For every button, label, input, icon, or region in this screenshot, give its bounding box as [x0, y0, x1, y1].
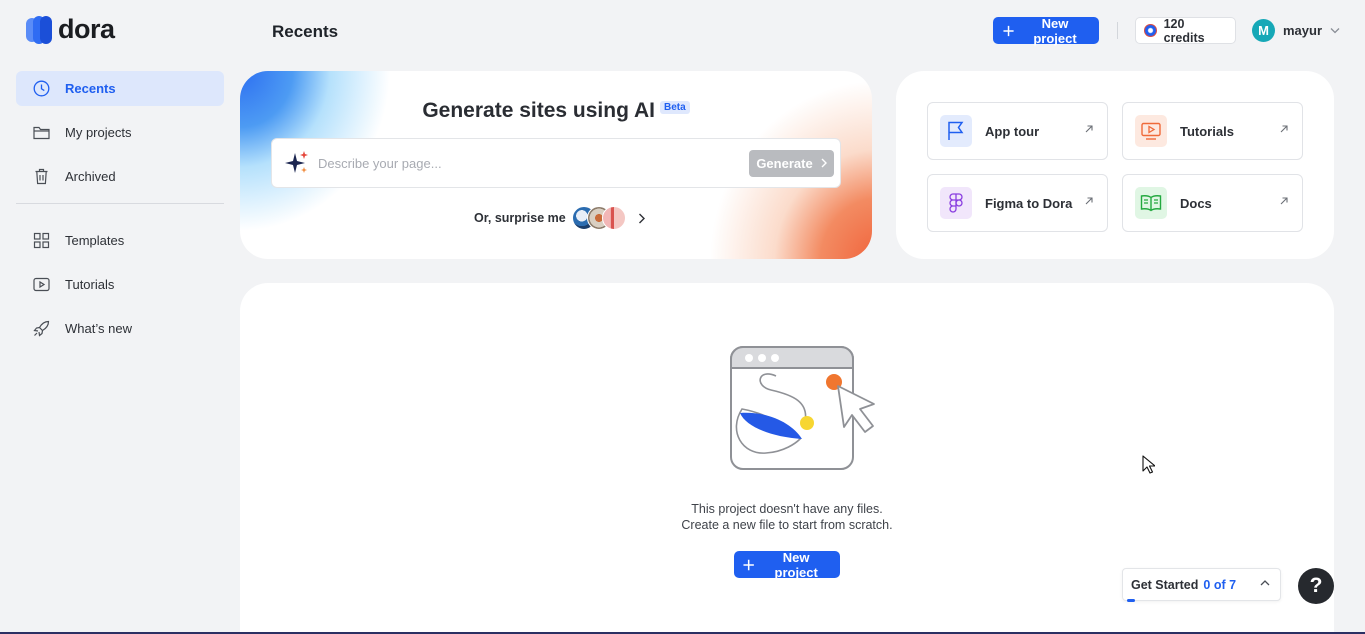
- template-thumbnail: [601, 206, 626, 230]
- sidebar: Recents My projects Archived Templates T…: [16, 71, 224, 355]
- quick-links-card: App tour Tutorials Figma to Dora Docs: [896, 71, 1334, 259]
- hero-title: Generate sites using AI Beta: [240, 99, 872, 123]
- empty-state-line-2: Create a new file to start from scratch.: [681, 518, 893, 532]
- get-started-count: 0 of 7: [1203, 577, 1237, 592]
- video-icon: [1135, 115, 1167, 147]
- sidebar-item-label: Tutorials: [65, 277, 115, 292]
- prompt-input[interactable]: [318, 155, 749, 171]
- app-logo[interactable]: dora: [25, 14, 115, 45]
- dora-logo-icon: [26, 15, 52, 44]
- external-arrow-icon: [1280, 197, 1288, 205]
- header-divider: [1117, 22, 1118, 39]
- credits-label: 120 credits: [1163, 16, 1205, 45]
- sparkle-icon: [285, 151, 308, 173]
- help-button[interactable]: ?: [1298, 568, 1334, 604]
- chevron-down-icon: [1330, 28, 1340, 34]
- plus-icon: [743, 559, 754, 570]
- prompt-box: Generate: [271, 138, 841, 188]
- logo-text: dora: [58, 14, 115, 44]
- sidebar-item-whats-new[interactable]: What’s new: [16, 311, 224, 346]
- external-arrow-icon: [1085, 197, 1093, 205]
- figma-icon: [940, 187, 972, 219]
- user-name: mayur: [1283, 23, 1323, 38]
- quick-link-app-tour[interactable]: App tour: [927, 102, 1108, 160]
- template-thumbnails: [571, 206, 626, 230]
- play-icon: [33, 277, 50, 292]
- quick-link-label: Docs: [1180, 195, 1212, 211]
- chevron-right-icon: [821, 158, 827, 168]
- ai-generate-card: Generate sites using AI Beta Generate Or,…: [240, 71, 872, 259]
- sidebar-item-tutorials[interactable]: Tutorials: [16, 267, 224, 302]
- sidebar-item-label: Templates: [65, 233, 125, 248]
- hero-title-text: Generate sites using AI: [422, 99, 655, 122]
- new-project-button[interactable]: New project: [993, 15, 1099, 46]
- avatar: M: [1252, 19, 1275, 42]
- new-project-label: New project: [1033, 15, 1077, 46]
- quick-link-docs[interactable]: Docs: [1122, 174, 1303, 232]
- sidebar-item-templates[interactable]: Templates: [16, 223, 224, 258]
- generate-label: Generate: [756, 155, 813, 171]
- surprise-label: Or, surprise me: [474, 211, 566, 225]
- book-icon: [1135, 187, 1167, 219]
- get-started-widget[interactable]: Get Started 0 of 7: [1122, 568, 1281, 602]
- credits-badge[interactable]: 120 credits: [1135, 16, 1236, 45]
- mouse-cursor-icon: [1142, 455, 1155, 474]
- trash-icon: [35, 168, 48, 185]
- rocket-icon: [33, 320, 50, 337]
- empty-state-illustration: [730, 346, 875, 470]
- quick-link-tutorials[interactable]: Tutorials: [1122, 102, 1303, 160]
- clock-icon: [33, 80, 50, 97]
- flag-icon: [940, 115, 972, 147]
- chevron-up-icon: [1260, 580, 1270, 586]
- get-started-label: Get Started: [1131, 577, 1199, 592]
- empty-new-project-button[interactable]: New project: [734, 549, 840, 580]
- credits-icon: [1144, 24, 1157, 37]
- sidebar-item-my-projects[interactable]: My projects: [16, 115, 224, 150]
- empty-state-line-1: This project doesn't have any files.: [691, 502, 883, 516]
- sidebar-item-archived[interactable]: Archived: [16, 159, 224, 194]
- generate-button[interactable]: Generate: [749, 149, 834, 177]
- new-project-label: New project: [774, 549, 818, 580]
- grid-icon: [33, 232, 50, 249]
- quick-link-label: Tutorials: [1180, 123, 1234, 139]
- surprise-me-link[interactable]: Or, surprise me: [474, 206, 646, 230]
- sidebar-item-label: Archived: [65, 169, 116, 184]
- chevron-right-icon: [638, 213, 645, 223]
- get-started-progress-bar: [1127, 599, 1135, 602]
- beta-badge: Beta: [659, 101, 690, 114]
- folder-icon: [33, 126, 50, 140]
- quick-link-label: App tour: [985, 123, 1040, 139]
- quick-link-label: Figma to Dora: [985, 195, 1073, 211]
- page-title: Recents: [272, 22, 339, 41]
- external-arrow-icon: [1085, 125, 1093, 133]
- sidebar-item-recents[interactable]: Recents: [16, 71, 224, 106]
- empty-state-message: This project doesn't have any files. Cre…: [240, 501, 1334, 533]
- sidebar-divider: [16, 203, 224, 204]
- user-menu[interactable]: M mayur: [1252, 19, 1340, 42]
- sidebar-item-label: Recents: [65, 81, 116, 96]
- plus-icon: [1003, 25, 1014, 36]
- sidebar-item-label: What’s new: [65, 321, 132, 336]
- sidebar-item-label: My projects: [65, 125, 132, 140]
- external-arrow-icon: [1280, 125, 1288, 133]
- quick-link-figma-to-dora[interactable]: Figma to Dora: [927, 174, 1108, 232]
